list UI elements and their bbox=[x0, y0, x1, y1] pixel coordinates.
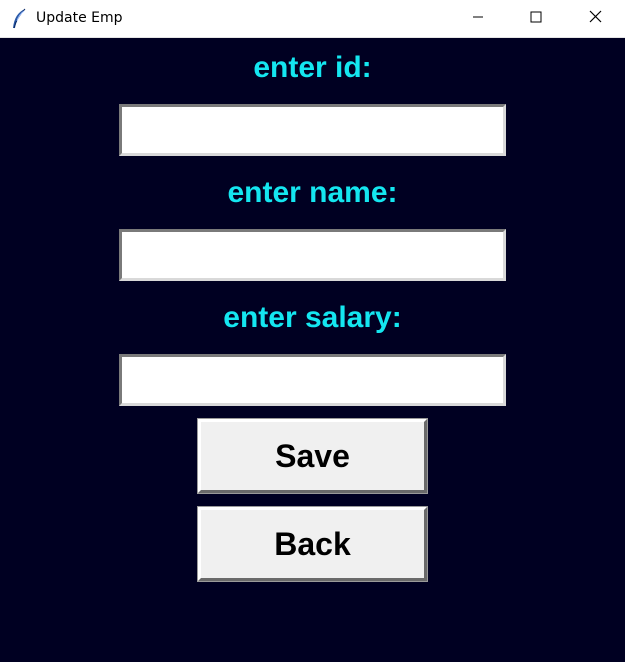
form-panel: enter id: enter name: enter salary: Save… bbox=[0, 38, 625, 662]
back-button[interactable]: Back bbox=[198, 507, 427, 581]
minimize-button[interactable] bbox=[449, 0, 507, 37]
window-title: Update Emp bbox=[36, 10, 123, 26]
salary-input[interactable] bbox=[119, 354, 506, 406]
feather-icon bbox=[10, 8, 28, 30]
close-button[interactable] bbox=[566, 0, 624, 37]
maximize-icon bbox=[530, 10, 542, 28]
name-label: enter name: bbox=[227, 176, 398, 209]
title-bar[interactable]: Update Emp bbox=[0, 0, 625, 38]
close-icon bbox=[589, 10, 602, 28]
id-input[interactable] bbox=[119, 104, 506, 156]
save-button[interactable]: Save bbox=[198, 419, 427, 493]
salary-label: enter salary: bbox=[223, 301, 402, 334]
name-input[interactable] bbox=[119, 229, 506, 281]
id-label: enter id: bbox=[253, 51, 372, 84]
maximize-button[interactable] bbox=[507, 0, 565, 37]
minimize-icon bbox=[472, 10, 484, 28]
app-window: Update Emp enter id: enter name: enter s… bbox=[0, 0, 625, 662]
